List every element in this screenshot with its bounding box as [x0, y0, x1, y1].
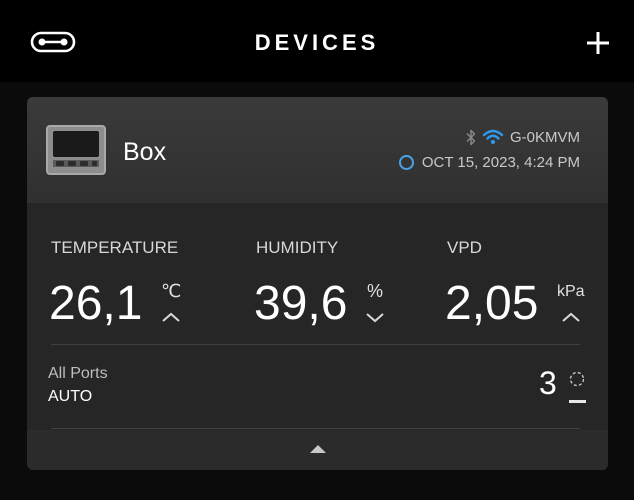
ports-label: All Ports	[48, 365, 108, 382]
device-thumbnail	[46, 125, 106, 175]
device-card[interactable]: Box G-0KMVM OCT 15, 2023, 4:24 PM TEMPER…	[27, 97, 608, 470]
connection-status: G-0KMVM	[466, 128, 580, 146]
temperature-unit: ℃	[161, 281, 182, 301]
device-name: Box	[123, 138, 167, 166]
chevron-up-icon	[562, 312, 580, 322]
humidity-label: HUMIDITY	[256, 238, 339, 257]
humidity-unit: %	[367, 281, 384, 301]
page-title: DEVICES	[254, 30, 380, 55]
minus-icon	[569, 400, 586, 403]
humidity-value: 39,6	[254, 277, 348, 330]
device-card-header[interactable]: Box G-0KMVM OCT 15, 2023, 4:24 PM	[27, 97, 608, 203]
caret-up-icon	[310, 445, 326, 453]
loading-spinner-icon	[569, 371, 585, 387]
ports-count: 3	[539, 365, 557, 401]
ports-mode: AUTO	[48, 388, 93, 405]
device-id: G-0KMVM	[509, 128, 580, 146]
bluetooth-icon	[466, 129, 476, 145]
last-update: OCT 15, 2023, 4:24 PM	[398, 153, 580, 171]
divider	[51, 428, 580, 429]
chevron-down-icon	[366, 313, 384, 323]
vpd-value: 2,05	[445, 277, 539, 330]
devices-screen: DEVICES Box G-0KMVM OCT 15, 2023, 4:24 P…	[0, 0, 634, 500]
vpd-unit: kPa	[557, 283, 585, 300]
wifi-icon	[482, 129, 504, 144]
temperature-label: TEMPERATURE	[51, 238, 179, 257]
chevron-up-icon	[162, 312, 180, 322]
temperature-value: 26,1	[49, 277, 143, 330]
vpd-label: VPD	[447, 238, 482, 257]
divider	[51, 344, 580, 345]
app-header: DEVICES	[0, 0, 634, 82]
last-update-timestamp: OCT 15, 2023, 4:24 PM	[421, 153, 580, 171]
plus-icon[interactable]	[585, 30, 611, 56]
expand-card-button[interactable]	[27, 430, 608, 470]
status-indicator-icon	[398, 154, 414, 170]
